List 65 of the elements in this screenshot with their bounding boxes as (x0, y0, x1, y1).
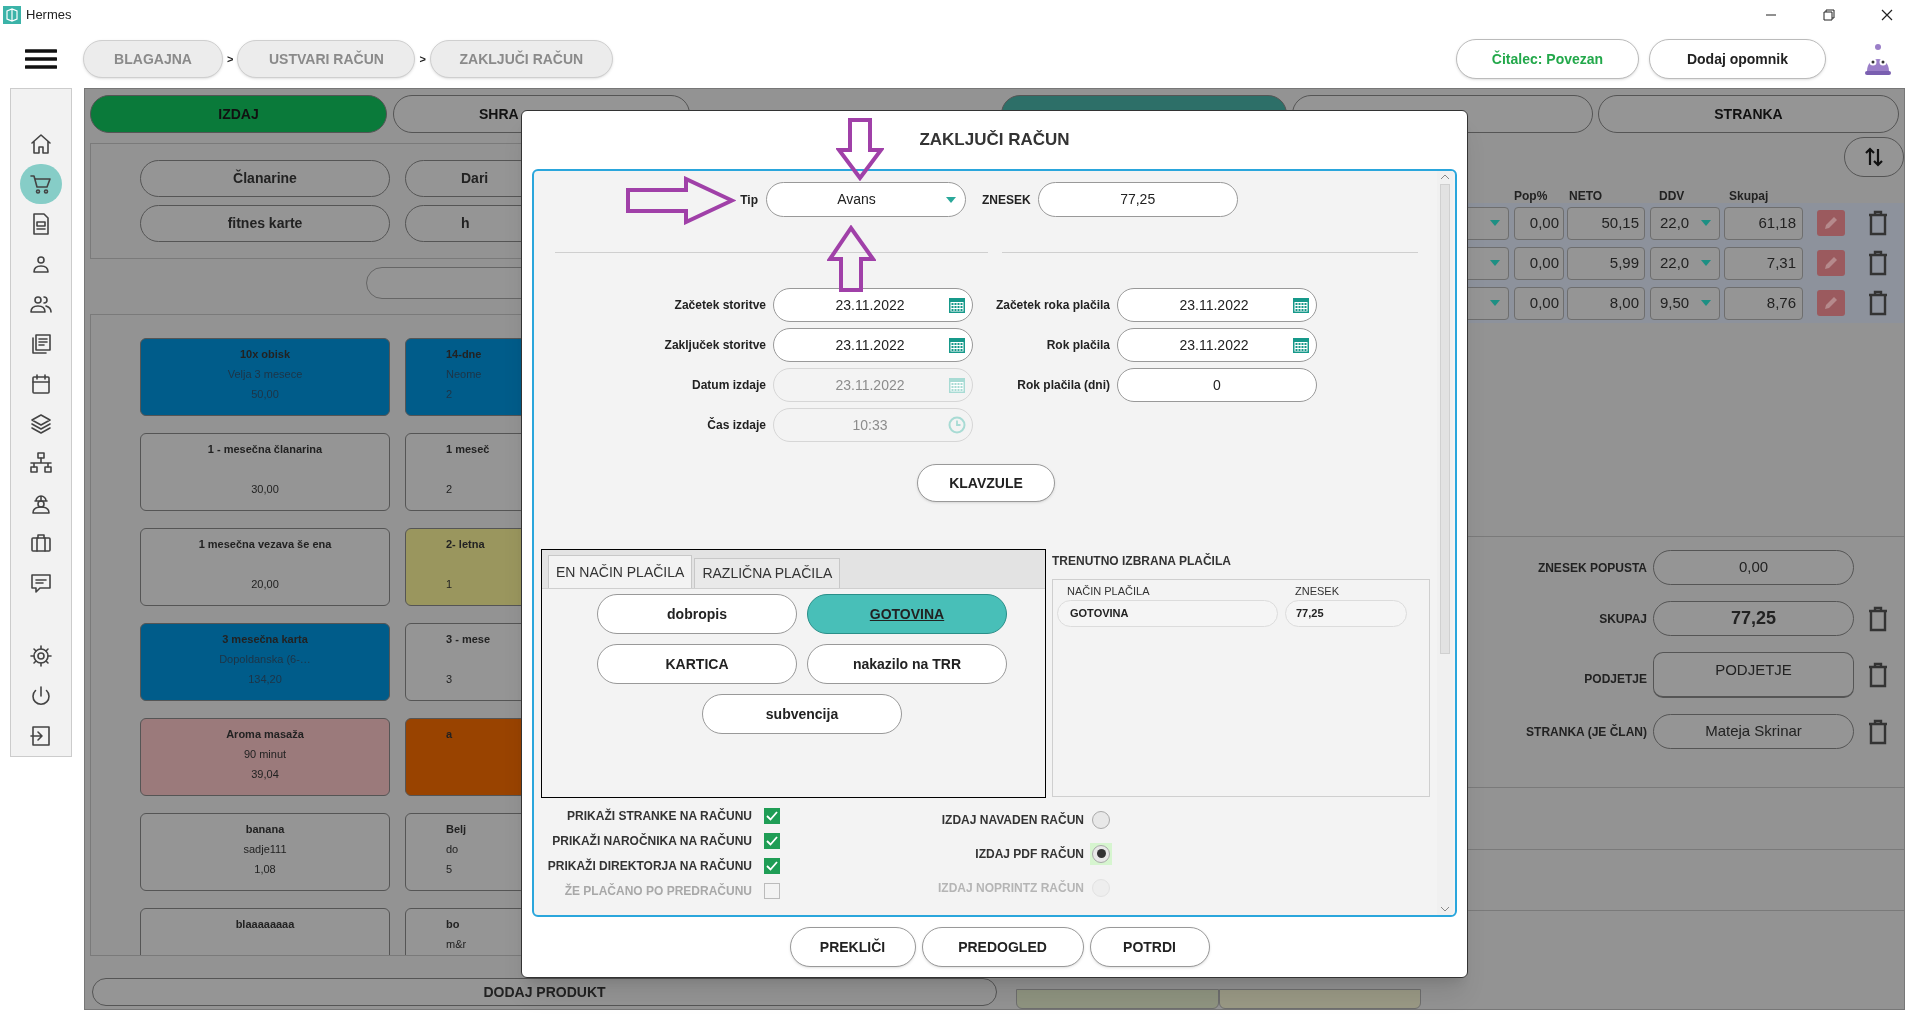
field-label: Zaključek storitve (664, 338, 766, 352)
column-header: NETO (1568, 189, 1603, 203)
product-note: Dopoldanska (6-… (219, 652, 311, 667)
product-name: Belj (446, 822, 467, 837)
radio-label: IZDAJ NAVADEN RAČUN (941, 811, 1084, 829)
checkbox-label: PRIKAŽI STRANKE NA RAČUNU (567, 807, 752, 825)
product-price: 50,00 (251, 387, 279, 402)
field-label: Tip (739, 191, 758, 209)
checkbox-label: ŽE PLAČANO PO PREDRAČUNU (564, 882, 752, 900)
section-title: TRENUTNO IZBRANA PLAČILA (1052, 552, 1232, 570)
product-name: 1 - mesečna članarina (207, 442, 323, 457)
product-note: Neome (446, 367, 482, 382)
radio-label: IZDAJ NOPRINTZ RAČUN (938, 879, 1084, 897)
product-name: a (446, 727, 453, 742)
payment-method-cell: GOTOVINA (1057, 600, 1278, 627)
dialog-title: ZAKLJUČI RAČUN (919, 129, 1070, 152)
product-name: 3 - mese (446, 632, 491, 647)
product-name: 1 meseč (446, 442, 490, 457)
column-header: NAČIN PLAČILA (1067, 585, 1150, 597)
product-price: 1,08 (254, 862, 276, 877)
product-price: 2 (446, 482, 453, 497)
product-price: 30,00 (251, 482, 279, 497)
product-price: 134,20 (248, 672, 282, 687)
product-name: Aroma masaža (226, 727, 304, 742)
column-header: ZNESEK (1295, 585, 1339, 597)
field-label: ZNESEK (982, 191, 1031, 209)
field-label: Rok plačila (dni) (1017, 378, 1110, 392)
product-price: 39,04 (251, 767, 279, 782)
column-header: Pop% (1513, 189, 1548, 203)
product-name: 2- letna (446, 537, 485, 552)
field-label: Rok plačila (1046, 338, 1110, 352)
product-name: 3 mesečna karta (222, 632, 308, 647)
product-price: 5 (446, 862, 453, 877)
field-label: Datum izdaje (692, 378, 766, 392)
product-price: 1 (446, 577, 453, 592)
window-title: Hermes (26, 6, 72, 25)
summary-label: ZNESEK POPUSTA (1537, 559, 1647, 577)
product-name: 14-dne (446, 347, 482, 362)
summary-label: SKUPAJ (1599, 610, 1647, 628)
product-note: 90 minut (243, 747, 287, 762)
breadcrumb-separator: > (227, 51, 234, 67)
field-label: Začetek roka plačila (995, 298, 1110, 312)
checkbox-label: PRIKAŽI NAROČNIKA NA RAČUNU (552, 832, 752, 850)
product-price: 2 (446, 387, 453, 402)
field-label: Začetek storitve (674, 298, 766, 312)
summary-label: STRANKA (JE ČLAN) (1526, 723, 1647, 741)
product-name: 1 mesečna vezava še ena (198, 537, 332, 552)
product-price: 3 (446, 672, 453, 687)
product-name: bo (446, 917, 460, 932)
field-label: Čas izdaje (707, 418, 766, 432)
product-price: 20,00 (251, 577, 279, 592)
breadcrumb-separator: > (419, 51, 426, 67)
payment-amount-cell: 77,25 (1285, 600, 1407, 627)
product-note: do (446, 842, 459, 857)
radio-label: IZDAJ PDF RAČUN (975, 845, 1084, 863)
product-name: 10x obisk (239, 347, 291, 362)
column-header: Skupaj (1728, 189, 1769, 203)
product-name: banana (245, 822, 285, 837)
summary-label: PODJETJE (1584, 671, 1647, 688)
product-note: m&r (446, 937, 467, 952)
column-header: DDV (1658, 189, 1685, 203)
product-note: sadje111 (243, 842, 287, 857)
checkbox-label: PRIKAŽI DIREKTORJA NA RAČUNU (547, 857, 752, 875)
product-note: Velja 3 mesece (227, 367, 303, 382)
product-name: blaaaaaaaa (235, 917, 295, 932)
